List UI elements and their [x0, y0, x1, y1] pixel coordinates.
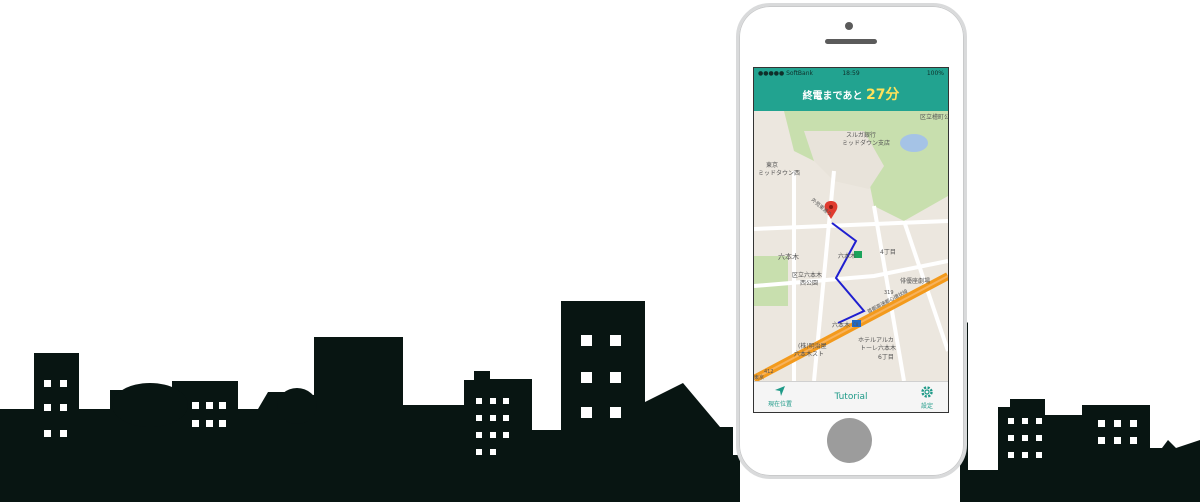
locate-tab-label: 現在位置	[767, 401, 792, 408]
map-label-bottom-left: 東京	[754, 374, 764, 381]
front-camera	[845, 22, 853, 30]
map-label-station-top: 六本木	[838, 252, 856, 260]
map-label-theater: 俳優座劇場	[900, 277, 930, 285]
home-button[interactable]	[827, 418, 872, 463]
map-canvas[interactable]: 区立檜町公園 スルガ銀行 ミッドダウン支店 東京 ミッドタウン西 六本木 区立六…	[754, 111, 948, 381]
settings-tab[interactable]: 設定	[912, 385, 942, 410]
phone-mockup: ●●●●● SoftBank 18:59 100% 終電まであと 27分 区立檜…	[736, 3, 967, 479]
map-label-station-bottom: 六本木	[832, 321, 850, 329]
route-badge-319: 319	[884, 290, 894, 296]
phone-screen: ●●●●● SoftBank 18:59 100% 終電まであと 27分 区立檜…	[753, 67, 949, 413]
minutes-remaining: 27分	[865, 87, 900, 103]
station-code-badge: C8	[853, 322, 859, 327]
map-label-company2: 六本木スト	[794, 350, 824, 358]
earpiece-speaker	[825, 39, 877, 44]
map-label-midtown: ミッドタウン西	[758, 169, 800, 177]
header-prefix: 終電まであと	[802, 91, 863, 102]
settings-tab-label: 設定	[920, 403, 933, 410]
route-badge-412: 412	[764, 369, 774, 375]
status-time: 18:59	[842, 70, 860, 77]
map-label-chome6: 6丁目	[878, 354, 894, 361]
map-label-park-bottom: 区立六本木	[792, 271, 822, 279]
map-view[interactable]: 区立檜町公園 スルガ銀行 ミッドダウン支店 東京 ミッドタウン西 六本木 区立六…	[754, 111, 948, 381]
navigation-arrow-icon	[775, 386, 785, 396]
battery-label: 100%	[926, 70, 944, 77]
map-label-hotel2: トーレ六本木	[860, 344, 896, 352]
last-train-header: 終電まであと 27分	[754, 80, 948, 111]
city-skyline	[0, 301, 1200, 502]
map-label-tokyo: 東京	[766, 161, 778, 169]
map-label-bank-branch: ミッドダウン支店	[842, 139, 890, 147]
map-label-hotel: ホテルアルカ	[858, 337, 894, 344]
status-bar: ●●●●● SoftBank 18:59 100%	[754, 68, 948, 80]
map-label-park-bottom2: 西公園	[800, 280, 818, 287]
map-label-chome4: 4丁目	[880, 249, 896, 256]
map-label-bank: スルガ銀行	[846, 131, 876, 139]
map-label-company: (株)明治屋	[798, 342, 827, 350]
pond	[900, 134, 928, 152]
map-label-roppongi-area: 六本木	[778, 252, 799, 261]
green-area-left	[754, 256, 788, 306]
gear-icon	[921, 386, 933, 398]
map-label-park-top: 区立檜町公園	[920, 113, 948, 121]
tutorial-tab[interactable]: Tutorial	[821, 382, 881, 412]
locate-tab[interactable]: 現在位置	[760, 385, 800, 408]
tab-bar: 現在位置 Tutorial 設定	[754, 381, 948, 412]
